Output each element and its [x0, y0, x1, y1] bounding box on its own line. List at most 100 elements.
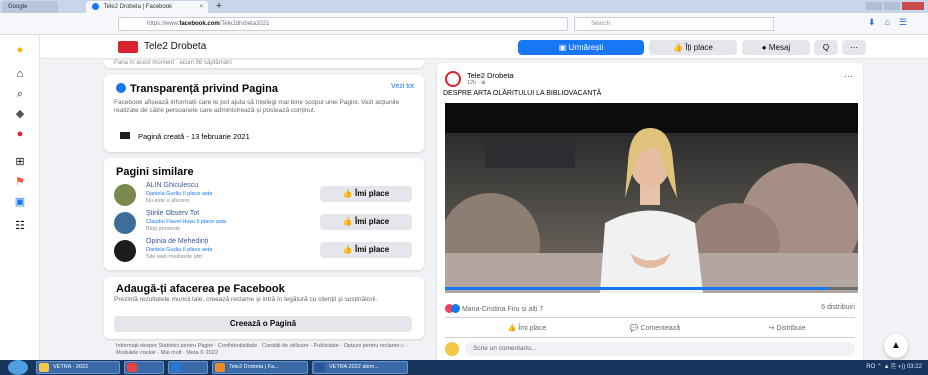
browser-tab-facebook[interactable]: Tele2 Drobeta | Facebook × [86, 1, 208, 13]
intro-card-fragment: Pana în acest moment · acum 56 săptămâni [104, 60, 424, 68]
task-label: Tele2 Drobeta | Fa... [229, 364, 279, 370]
post-caption: DESPRE ARTA OLĂRITULUI LA BIBLIOVACANȚĂ [443, 90, 602, 97]
create-page-button[interactable]: Creează o Pagină [114, 316, 412, 332]
post-author-name[interactable]: Tele2 Drobeta [467, 71, 514, 80]
task-label: VETRA · 2022 [53, 364, 89, 370]
maximize-button[interactable] [884, 2, 900, 10]
like-button-label: Îmi place [354, 245, 390, 254]
similar-page-like-button[interactable]: 👍 Îmi place [320, 214, 412, 230]
page-more-button[interactable]: ⋯ [842, 40, 866, 55]
menu-grid-icon[interactable]: ⊞ [13, 155, 27, 169]
similar-page-category: Nu este o afacere [146, 198, 190, 204]
bell-icon[interactable]: ◆ [13, 107, 27, 121]
taskbar-item[interactable]: VETRA · 2022 [36, 361, 120, 374]
similar-page-like-button[interactable]: 👍 Îmi place [320, 186, 412, 202]
facebook-favicon-icon [92, 2, 99, 10]
facebook-left-rail: ● ⌂ ⌕ ◆ ● ⊞ ⚑ ▣ ☷ [0, 35, 40, 360]
shares-count[interactable]: 6 distribuiri [821, 304, 855, 311]
address-bar[interactable]: https://www.facebook.com/Tele2drobeta202… [118, 17, 568, 31]
similar-page-like-button[interactable]: 👍 Îmi place [320, 242, 412, 258]
ie-icon [171, 363, 181, 372]
transparency-title: Transparență privind Pagina [116, 83, 278, 95]
add-business-card: Adaugă-ți afacerea pe Facebook Prezintă … [104, 277, 424, 339]
system-tray[interactable]: RO ⌃ ▲ ⎘ ◖)) 03:22 [866, 363, 922, 371]
post-timestamp[interactable]: 12h · ⊕ [467, 80, 486, 86]
page-like-button[interactable]: 👍 Îți place [649, 40, 737, 55]
profile-avatar-icon[interactable]: ● [13, 43, 27, 57]
like-button-label: Îmi place [354, 217, 390, 226]
window-controls [864, 2, 924, 10]
similar-page-name[interactable]: ALIN Ghiculescu [146, 182, 198, 189]
commenter-avatar [445, 342, 459, 356]
task-label: VETRA 2022 alem... [329, 364, 379, 370]
close-window-button[interactable] [902, 2, 924, 10]
taskbar-item[interactable] [168, 361, 208, 374]
facebook-footer-links[interactable]: Informații despre Statistici pentru Pagi… [116, 343, 426, 357]
messenger-icon[interactable]: ● [13, 127, 27, 141]
comment-button[interactable]: 💬 Comentează [605, 322, 705, 335]
intro-fragment-text: Pana în acest moment · acum 56 săptămâni [114, 60, 232, 66]
word-icon [315, 363, 325, 372]
page-search-button[interactable]: Q [814, 40, 838, 55]
similar-page-name[interactable]: Opinia de Mehedinți [146, 238, 208, 245]
message-button[interactable]: ● Mesaj [742, 40, 810, 55]
like-label: Îți place [685, 43, 713, 52]
share-button[interactable]: ↪ Distribuie [737, 322, 837, 335]
search-icon[interactable]: ⌕ [13, 87, 27, 101]
similar-page-social: Daniela Gurău îi place asta [146, 191, 213, 197]
similar-page-row: Opinia de Mehedinți Daniela Gurău îi pla… [114, 238, 414, 266]
post-author-avatar[interactable] [445, 71, 461, 87]
search-placeholder: Search [591, 21, 611, 27]
action-divider [445, 317, 855, 318]
browser-search-input[interactable]: Search [574, 17, 774, 31]
page-avatar[interactable] [114, 184, 136, 206]
browser-tab-google[interactable]: Google [2, 1, 58, 13]
video-post: Tele2 Drobeta 12h · ⊕ ⋯ DESPRE ARTA OLĂR… [437, 63, 863, 360]
browser-tab-strip: Google Tele2 Drobeta | Facebook × + [0, 0, 928, 13]
url-domain: facebook.com [179, 21, 220, 27]
similar-pages-card: Pagini similare ALIN Ghiculescu Daniela … [104, 158, 424, 270]
post-options-icon[interactable]: ⋯ [844, 71, 853, 82]
flag-icon [120, 132, 130, 139]
minimize-button[interactable] [866, 2, 882, 10]
add-business-title: Adaugă-ți afacerea pe Facebook [116, 283, 285, 295]
similar-page-name[interactable]: Știrile Observ Tot [146, 210, 199, 217]
video-player[interactable] [445, 103, 858, 293]
groups-icon[interactable]: ☷ [13, 219, 27, 233]
reactions-summary[interactable]: Maria-Cristina Firu și alți 7 [445, 304, 543, 313]
url-prefix: https://www. [147, 21, 180, 27]
taskbar-item[interactable] [124, 361, 164, 374]
similar-page-row: ALIN Ghiculescu Daniela Gurău îi place a… [114, 182, 414, 210]
url-path: /Tele2drobeta2021 [219, 21, 270, 27]
see-all-link[interactable]: Vezi tot [391, 83, 414, 90]
page-avatar[interactable] [114, 212, 136, 234]
comment-divider [445, 337, 855, 338]
scroll-up-icon[interactable]: ▲ [884, 334, 908, 358]
toolbar-icons[interactable]: ⬇⌂☰ [868, 17, 916, 28]
like-action-label: Îmi place [518, 325, 547, 332]
windows-taskbar: VETRA · 2022 Tele2 Drobeta | Fa... VETRA… [0, 360, 928, 375]
start-button[interactable] [8, 360, 28, 375]
comment-action-label: Comentează [640, 325, 681, 332]
message-label: Mesaj [768, 43, 791, 52]
comment-input[interactable]: Scrie un comentariu... [465, 342, 855, 356]
taskbar-item[interactable]: Tele2 Drobeta | Fa... [212, 361, 308, 374]
taskbar-item[interactable]: VETRA 2022 alem... [312, 361, 408, 374]
page-name[interactable]: Tele2 Drobeta [144, 40, 206, 54]
watch-icon[interactable]: ▣ [13, 195, 27, 209]
home-icon[interactable]: ⌂ [13, 67, 27, 81]
similar-pages-title: Pagini similare [116, 166, 194, 178]
flag-icon[interactable]: ⚑ [13, 175, 27, 189]
follow-button[interactable]: ▣ Urmărești [518, 40, 644, 55]
video-frame [445, 103, 858, 293]
new-tab-button[interactable]: + [212, 0, 226, 13]
close-tab-icon[interactable]: × [199, 1, 203, 13]
video-progress-fill [445, 287, 830, 290]
like-reaction-icon [451, 304, 460, 313]
video-progress-bar[interactable] [445, 287, 858, 290]
post-like-button[interactable]: 👍 Îmi place [477, 322, 577, 335]
firefox-icon [215, 363, 225, 372]
similar-page-category: Site web mediavite știri [146, 254, 203, 260]
page-avatar[interactable] [114, 240, 136, 262]
follow-label: Urmărești [568, 43, 604, 52]
